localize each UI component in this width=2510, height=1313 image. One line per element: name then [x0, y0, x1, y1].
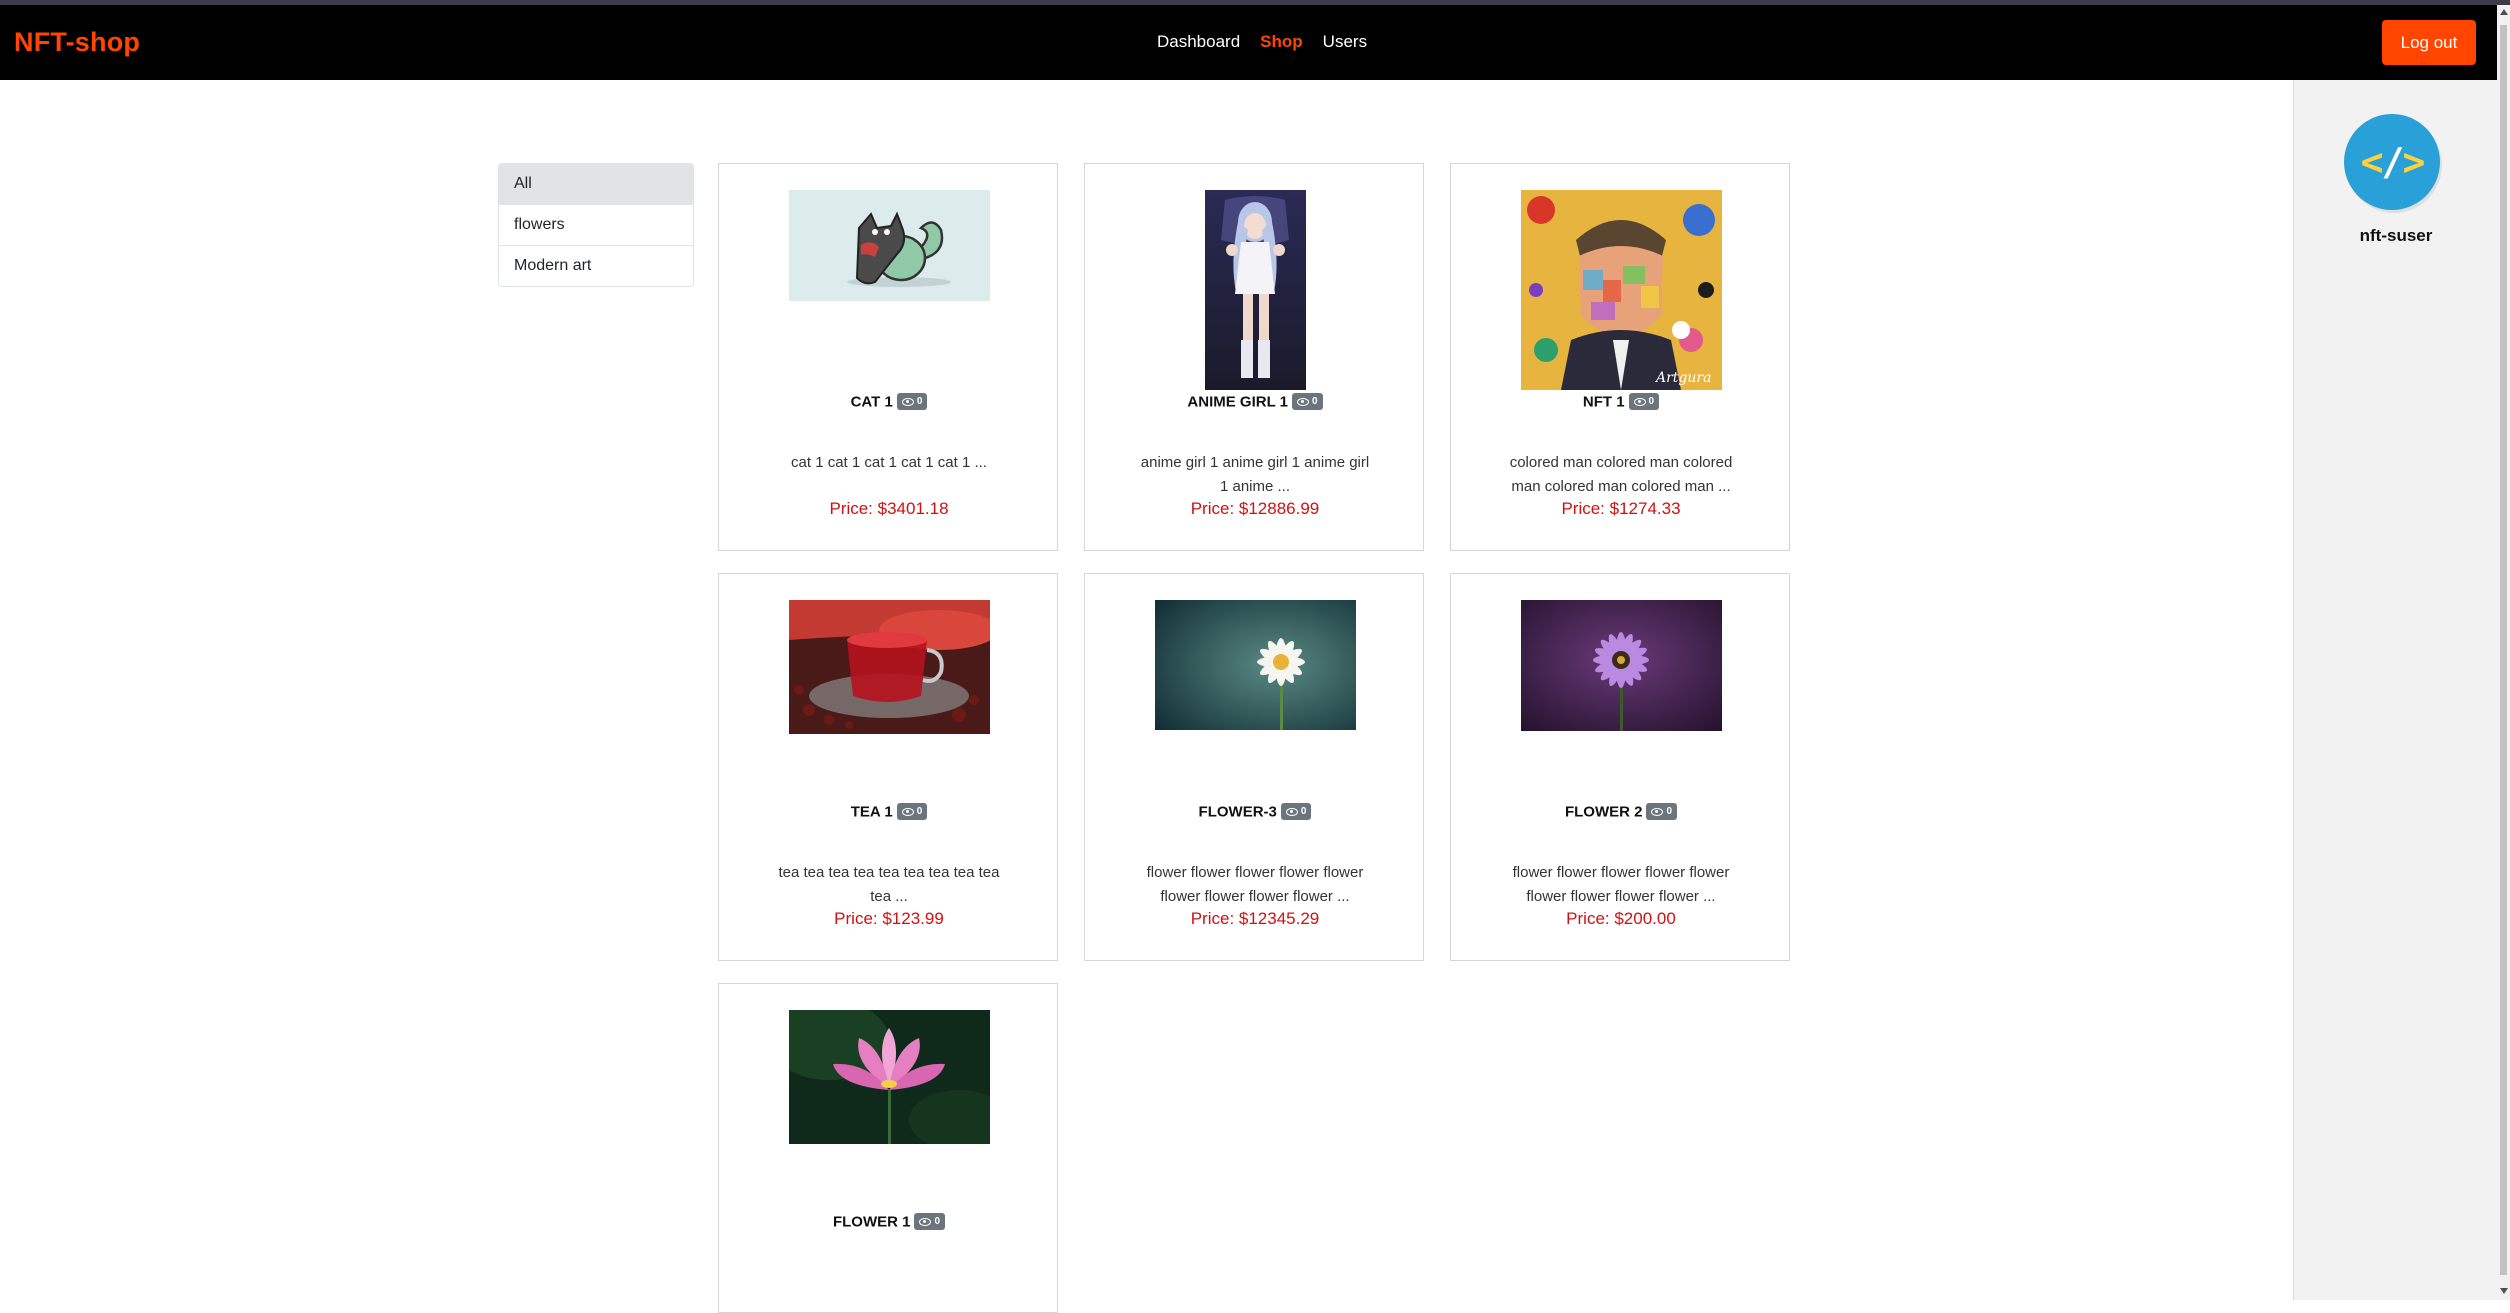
eye-icon: [1297, 397, 1309, 406]
nav-link-shop[interactable]: Shop: [1260, 32, 1303, 52]
logout-button[interactable]: Log out: [2382, 20, 2476, 65]
eye-icon: [919, 1217, 932, 1226]
views-badge: 0: [896, 393, 928, 410]
views-badge: 0: [914, 1213, 946, 1230]
nav-links: Dashboard Shop Users: [1157, 32, 1367, 52]
category-item-modern-art[interactable]: Modern art: [499, 246, 693, 286]
product-title: ANIME GIRL 10: [1085, 393, 1425, 411]
eye-icon: [1285, 807, 1298, 816]
category-item-all[interactable]: All: [499, 164, 693, 205]
product-description: colored man colored man colored man colo…: [1509, 454, 1733, 495]
eye-icon: [901, 807, 914, 816]
product-price: Price: $1274.33: [1561, 499, 1681, 518]
views-badge: 0: [1292, 393, 1323, 410]
product-image-lotus[interactable]: [789, 1010, 990, 1144]
product-card-anime-girl-1[interactable]: ANIME GIRL 10 anime girl 1 anime girl 1 …: [1084, 163, 1424, 551]
eye-icon: [901, 397, 914, 406]
product-price: Price: $123.99: [834, 909, 944, 928]
product-image-purple-flower[interactable]: [1521, 600, 1722, 731]
product-image-daisy[interactable]: [1155, 600, 1356, 730]
product-description: flower flower flower flower flower flowe…: [1512, 864, 1730, 905]
product-description: flower flower flower flower flower flowe…: [1146, 864, 1364, 905]
product-description: cat 1 cat 1 cat 1 cat 1 cat 1 ...: [791, 454, 987, 471]
product-image-tea[interactable]: [789, 600, 990, 734]
product-card-flower-1[interactable]: FLOWER 10: [718, 983, 1058, 1313]
product-price: Price: $12886.99: [1190, 499, 1320, 518]
product-description: anime girl 1 anime girl 1 anime girl 1 a…: [1140, 454, 1370, 495]
product-title: FLOWER-3 0: [1085, 803, 1425, 821]
product-image-anime-girl[interactable]: [1205, 190, 1306, 390]
code-icon: </>: [2360, 140, 2426, 184]
product-title: CAT 10: [719, 393, 1059, 411]
product-image-colored-man[interactable]: Artgura: [1521, 190, 1722, 390]
product-description: tea tea tea tea tea tea tea tea tea tea …: [778, 864, 1000, 905]
nav-link-dashboard[interactable]: Dashboard: [1157, 32, 1240, 52]
product-card-nft-1[interactable]: Artgura NFT 10 colored man colored man c…: [1450, 163, 1790, 551]
product-card-tea-1[interactable]: TEA 10 tea tea tea tea tea tea tea tea t…: [718, 573, 1058, 961]
svg-text:Artgura: Artgura: [1654, 370, 1711, 386]
scroll-down-arrow[interactable]: [2500, 1288, 2508, 1294]
eye-icon: [1651, 807, 1664, 816]
product-card-cat-1[interactable]: CAT 10 cat 1 cat 1 cat 1 cat 1 cat 1 ...…: [718, 163, 1058, 551]
product-price: Price: $12345.29: [1190, 909, 1320, 928]
brand-logo[interactable]: NFT-shop: [14, 27, 140, 58]
product-card-flower-3[interactable]: FLOWER-3 0 flower flower flower flower fl…: [1084, 573, 1424, 961]
product-price: Price: $3401.18: [829, 499, 949, 518]
page-scrollbar[interactable]: [2497, 5, 2510, 1300]
username: nft-suser: [2359, 226, 2433, 245]
views-badge: 0: [1628, 393, 1660, 410]
navbar: NFT-shop Dashboard Shop Users Log out: [0, 5, 2497, 80]
category-list: All flowers Modern art: [498, 163, 694, 287]
views-badge: 0: [896, 803, 928, 820]
scroll-up-arrow[interactable]: [2500, 9, 2508, 15]
product-image-cat[interactable]: [789, 190, 990, 301]
product-price: Price: $200.00: [1566, 909, 1676, 928]
eye-icon: [1633, 397, 1646, 406]
avatar[interactable]: </>: [2344, 114, 2440, 210]
nav-link-users[interactable]: Users: [1323, 32, 1367, 52]
product-title: FLOWER 20: [1451, 803, 1791, 821]
product-title: NFT 10: [1451, 393, 1791, 411]
category-item-flowers[interactable]: flowers: [499, 205, 693, 246]
product-title: FLOWER 10: [719, 1213, 1059, 1231]
views-badge: 0: [1646, 803, 1678, 820]
views-badge: 0: [1280, 803, 1312, 820]
product-card-flower-2[interactable]: FLOWER 20 flower flower flower flower fl…: [1450, 573, 1790, 961]
product-title: TEA 10: [719, 803, 1059, 821]
scrollbar-thumb[interactable]: [2500, 25, 2507, 1275]
user-panel: </> nft-suser: [2293, 80, 2498, 1300]
